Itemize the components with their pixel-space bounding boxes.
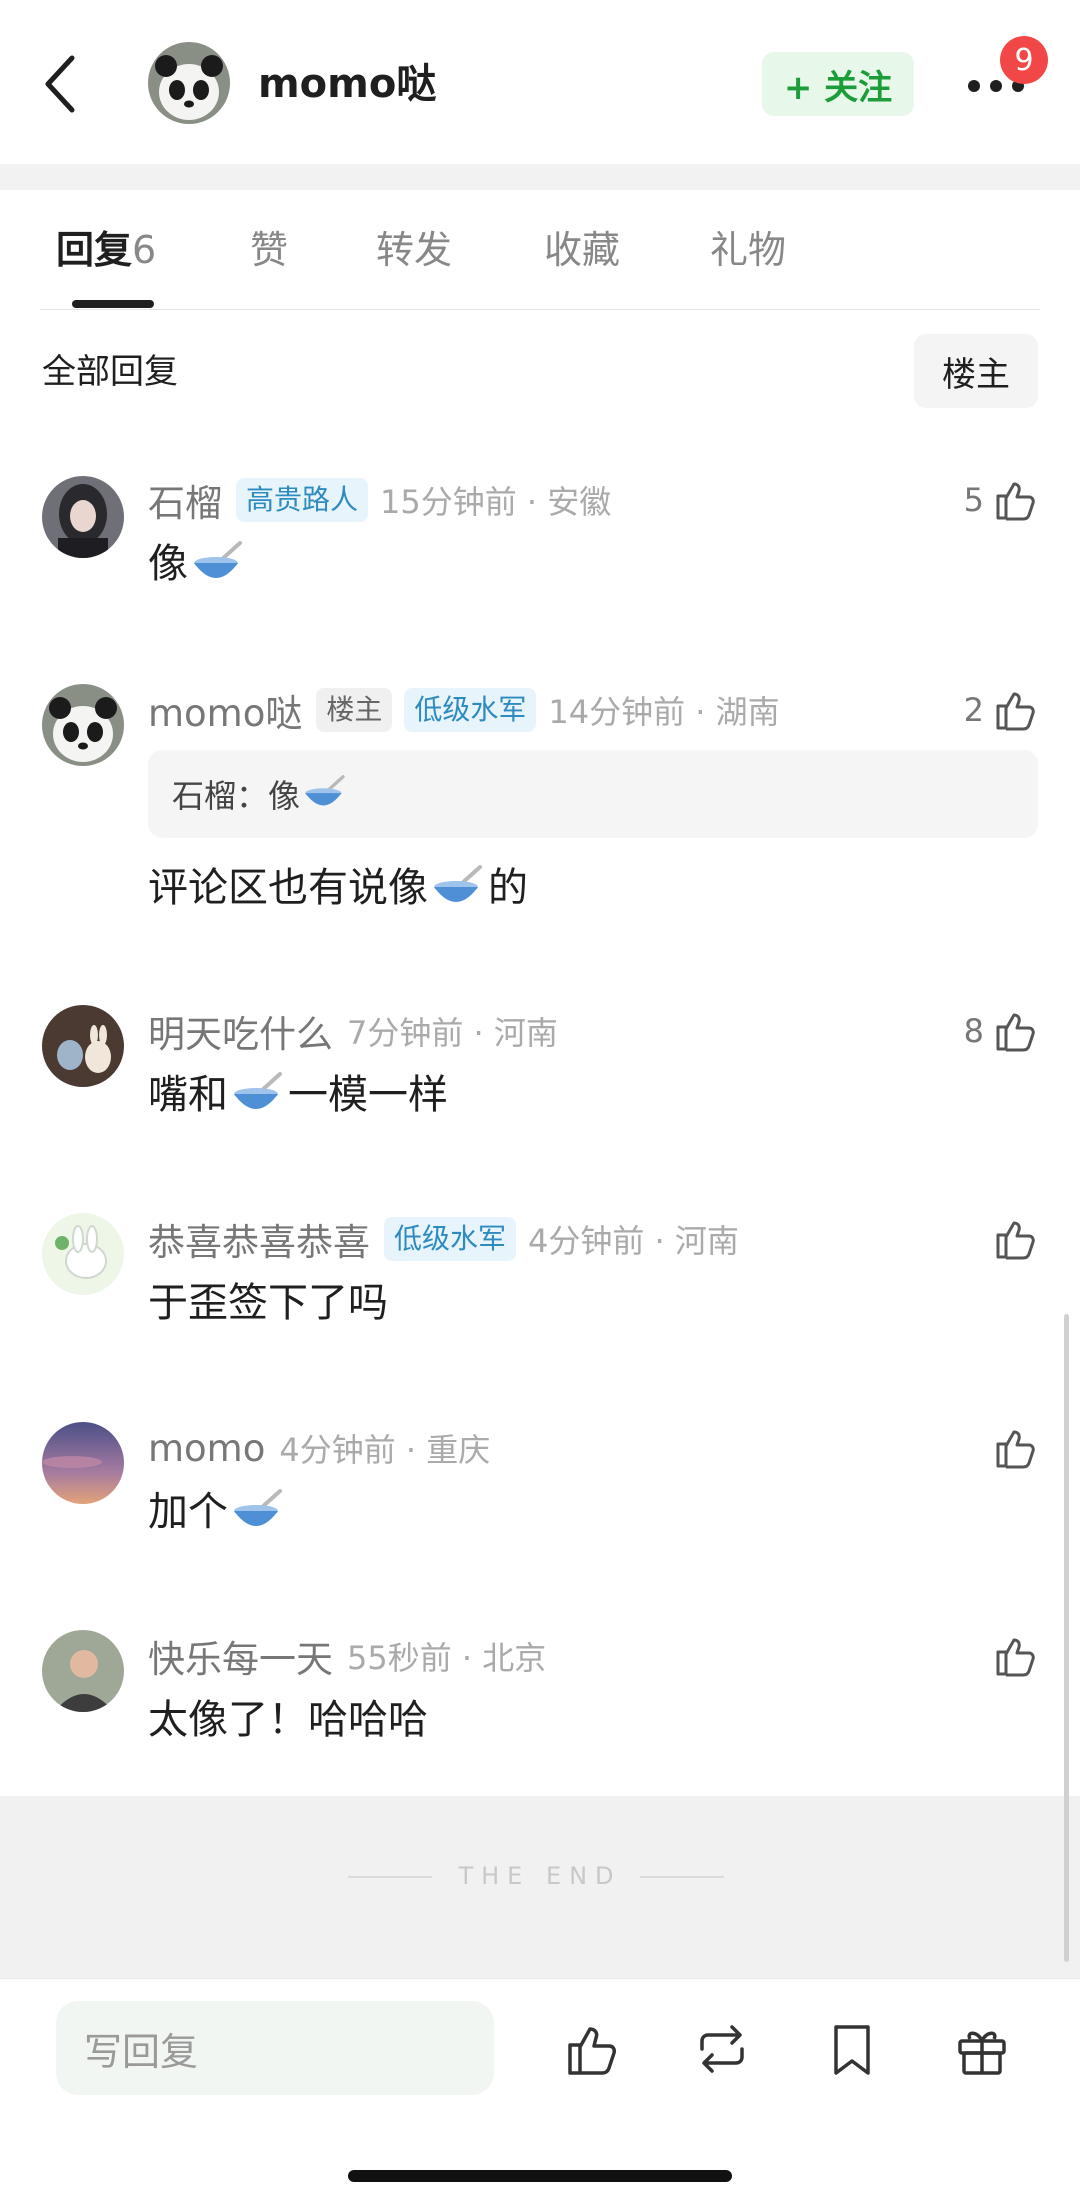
commenter-name[interactable]: momo xyxy=(148,1427,265,1470)
follow-button[interactable]: + 关注 xyxy=(762,52,914,116)
user-tag: 高贵路人 xyxy=(236,478,369,522)
tab-replies-label: 回复 xyxy=(56,228,133,272)
comment-time-location: 7分钟前 · 河南 xyxy=(347,1014,558,1052)
quoted-reply[interactable]: 石榴：像 xyxy=(148,750,1038,838)
comment-text: 像 xyxy=(148,538,248,590)
comment-time-location: 55秒前 · 北京 xyxy=(347,1639,547,1677)
tab-likes[interactable]: 赞 xyxy=(250,226,288,274)
thumbs-up-icon[interactable] xyxy=(562,2019,622,2079)
tabs-divider xyxy=(40,309,1040,310)
user-tag: 低级水军 xyxy=(384,1217,517,1261)
comment-time-location: 4分钟前 · 重庆 xyxy=(279,1431,491,1469)
comment-text-part: 嘴和 xyxy=(148,1072,228,1118)
comment-text-part: 的 xyxy=(488,865,528,911)
avatar[interactable] xyxy=(42,1213,124,1295)
end-divider-right xyxy=(640,1876,724,1878)
avatar[interactable] xyxy=(42,1422,124,1504)
thumbs-up-icon xyxy=(996,482,1035,521)
thumbs-up-icon xyxy=(996,1013,1035,1052)
repost-icon[interactable] xyxy=(692,2019,752,2079)
avatar[interactable] xyxy=(42,1630,124,1712)
comment-text: 评论区也有说像 的 xyxy=(148,862,528,914)
comment-text-content: 像 xyxy=(148,541,188,587)
comment-text: 加个 xyxy=(148,1486,288,1538)
like-button[interactable]: 8 xyxy=(964,1005,1040,1057)
thumbs-up-icon xyxy=(996,1430,1035,1469)
comment-time-location: 4分钟前 · 河南 xyxy=(528,1222,739,1260)
home-indicator[interactable] xyxy=(348,2170,732,2182)
avatar[interactable] xyxy=(42,476,124,558)
comment-time-location: 15分钟前 · 安徽 xyxy=(380,483,612,521)
bookmark-icon[interactable] xyxy=(822,2019,882,2079)
avatar[interactable] xyxy=(42,1005,124,1087)
like-count: 5 xyxy=(963,481,984,519)
commenter-name[interactable]: 快乐每一天 xyxy=(148,1629,333,1683)
comment-text: 于歪签下了吗 xyxy=(148,1280,388,1326)
commenter-name[interactable]: momo哒 xyxy=(148,683,302,737)
avatar[interactable] xyxy=(42,684,124,766)
commenter-name[interactable]: 恭喜恭喜恭喜 xyxy=(148,1212,370,1266)
gift-icon[interactable] xyxy=(952,2019,1012,2079)
comment-text: 嘴和 一模一样 xyxy=(148,1069,448,1121)
active-tab-indicator xyxy=(72,300,154,308)
section-divider xyxy=(0,164,1080,190)
scrollbar[interactable] xyxy=(1064,1314,1069,1962)
end-label: THE END xyxy=(458,1862,622,1890)
like-button[interactable]: 2 xyxy=(964,684,1040,736)
tab-gifts[interactable]: 礼物 xyxy=(710,226,786,274)
comment-time-location: 14分钟前 · 湖南 xyxy=(548,693,780,731)
back-arrow-icon[interactable] xyxy=(40,52,80,116)
comment-text-content: 加个 xyxy=(148,1489,228,1535)
bowl-emoji-icon xyxy=(234,1072,282,1109)
quoted-text: 石榴：像 xyxy=(172,777,301,815)
user-tag: 低级水军 xyxy=(404,688,537,732)
commenter-name[interactable]: 明天吃什么 xyxy=(148,1004,333,1058)
reply-input[interactable]: 写回复 xyxy=(56,2001,494,2095)
like-count: 8 xyxy=(963,1012,984,1050)
top-bar: momo哒 + 关注 9 xyxy=(0,0,1080,164)
notification-badge: 9 xyxy=(1000,36,1048,84)
tab-replies[interactable]: 回复6 xyxy=(56,226,156,274)
bowl-emoji-icon xyxy=(305,775,345,806)
bowl-emoji-icon xyxy=(434,865,482,902)
like-button[interactable]: 5 xyxy=(964,474,1040,526)
comment-text: 太像了！哈哈哈 xyxy=(148,1697,428,1743)
thumbs-up-icon xyxy=(996,692,1035,731)
end-of-list: THE END xyxy=(0,1796,1080,1978)
bowl-emoji-icon xyxy=(234,1489,282,1526)
like-button[interactable] xyxy=(984,1213,1040,1265)
thumbs-up-icon xyxy=(996,1638,1035,1677)
like-count: 2 xyxy=(963,691,984,729)
tab-replies-count: 6 xyxy=(132,228,157,272)
like-button[interactable] xyxy=(984,1630,1040,1682)
poster-username[interactable]: momo哒 xyxy=(258,58,436,110)
comment-text-part: 一模一样 xyxy=(288,1072,448,1118)
all-replies-label: 全部回复 xyxy=(42,352,178,392)
tab-favorites[interactable]: 收藏 xyxy=(544,226,620,274)
tab-bar: 回复6 赞 转发 收藏 礼物 xyxy=(0,190,1080,310)
thumbs-up-icon xyxy=(996,1221,1035,1260)
bowl-emoji-icon xyxy=(194,541,242,578)
tab-reposts[interactable]: 转发 xyxy=(376,226,452,274)
poster-avatar[interactable] xyxy=(148,42,230,124)
like-button[interactable] xyxy=(984,1422,1040,1474)
commenter-name[interactable]: 石榴 xyxy=(148,473,222,527)
comment-text-part: 评论区也有说像 xyxy=(148,865,428,911)
owner-tag: 楼主 xyxy=(316,688,393,732)
owner-only-button[interactable]: 楼主 xyxy=(914,334,1038,408)
